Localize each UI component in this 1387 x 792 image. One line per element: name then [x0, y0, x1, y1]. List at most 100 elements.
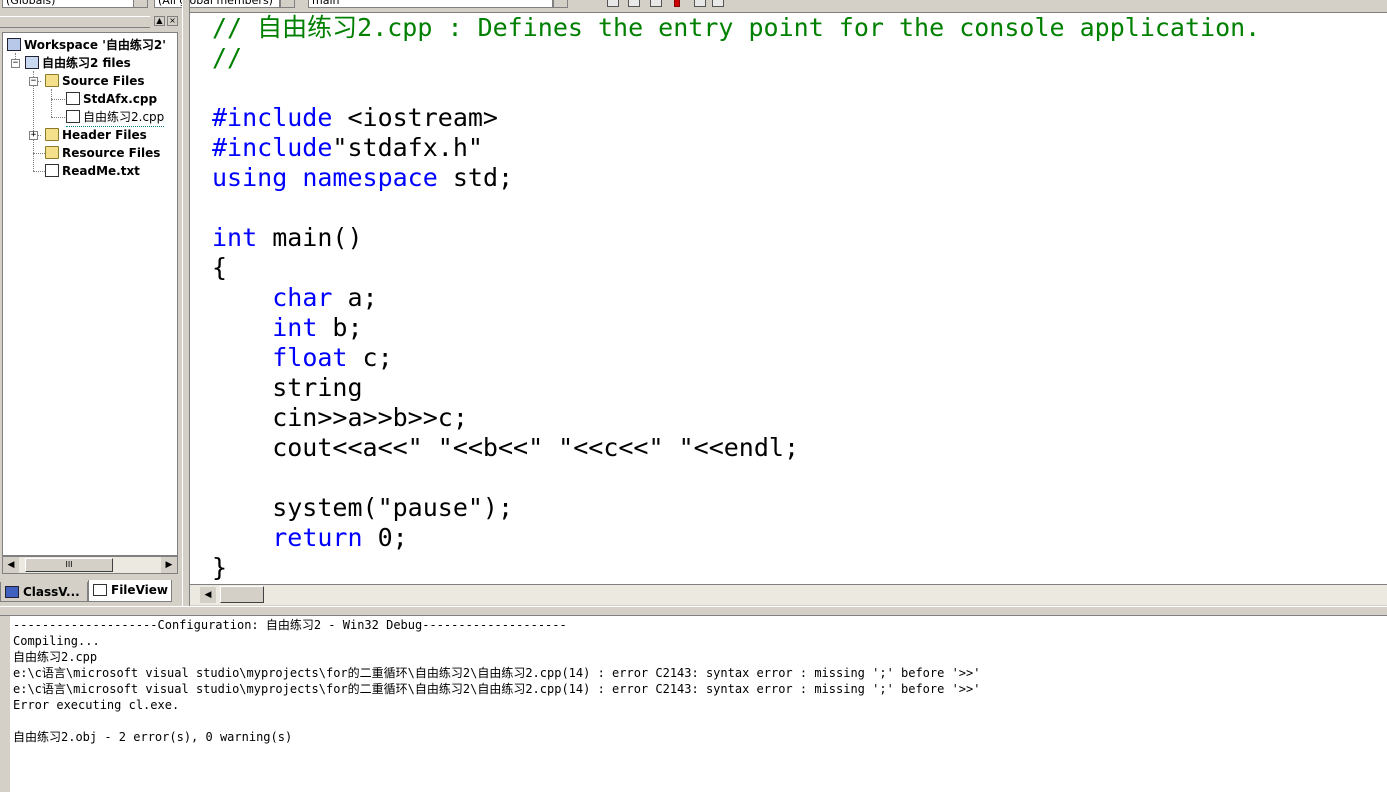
- code-line: int main(): [212, 223, 363, 252]
- tree-workspace-label: Workspace '自由练习2': [24, 38, 166, 52]
- code-line: #include <iostream>: [212, 103, 498, 132]
- folder-open-icon: [45, 74, 59, 87]
- code-line: system("pause");: [212, 493, 514, 522]
- tree-project-label: 自由练习2 files: [42, 56, 131, 70]
- fileview-icon: [93, 584, 107, 596]
- scope-combo[interactable]: (Globals): [2, 0, 135, 8]
- scope-combo-dropdown-button[interactable]: [133, 0, 148, 8]
- workspace-icon: [7, 38, 21, 51]
- members-combo-dropdown-button[interactable]: [280, 0, 295, 8]
- toolbar: (Globals) (All global members) main: [0, 0, 1387, 9]
- toolbar-step-icon[interactable]: [712, 0, 724, 7]
- output-line: 自由练习2.cpp: [13, 650, 98, 664]
- tree-readme-label: ReadMe.txt: [62, 164, 140, 178]
- file-tree: Workspace '自由练习2' − 自由练习2 files − Source…: [2, 32, 178, 556]
- code-keyword: float: [272, 343, 348, 372]
- scroll-left-icon[interactable]: ◀: [200, 587, 216, 603]
- horizontal-splitter[interactable]: [0, 606, 1387, 616]
- tree-source-files[interactable]: Source Files: [45, 72, 144, 90]
- members-combo[interactable]: (All global members): [154, 0, 280, 8]
- code-keyword: using: [212, 163, 288, 192]
- code-line: char a;: [272, 283, 378, 312]
- workspace-tabs: ClassV... FileView: [0, 580, 182, 604]
- code-keyword: #include: [212, 133, 333, 162]
- workspace-maximize-icon[interactable]: ▲: [154, 16, 165, 26]
- folder-icon: [45, 146, 59, 159]
- code-editor[interactable]: // 自由练习2.cpp : Defines the entry point f…: [190, 12, 1387, 585]
- tree-file-main-label: 自由练习2.cpp: [83, 110, 165, 124]
- code-keyword: namespace: [302, 163, 438, 192]
- tree-resource-files[interactable]: Resource Files: [45, 144, 160, 162]
- tree-workspace[interactable]: Workspace '自由练习2': [7, 36, 166, 54]
- toolbar-wizard-icon[interactable]: [650, 0, 662, 7]
- code-line: {: [212, 253, 228, 282]
- code-line: string: [212, 373, 363, 402]
- output-line: e:\c语言\microsoft visual studio\myproject…: [13, 666, 981, 680]
- workspace-grip[interactable]: [0, 16, 150, 28]
- scroll-right-icon[interactable]: ▶: [161, 557, 177, 573]
- toolbar-class-icon[interactable]: [607, 0, 619, 7]
- editor-horizontal-scrollbar[interactable]: ◀: [190, 584, 1387, 605]
- output-line: --------------------Configuration: 自由练习2…: [13, 618, 567, 632]
- code-keyword: char: [272, 283, 333, 312]
- scroll-left-icon[interactable]: ◀: [3, 557, 19, 573]
- code-line: //: [212, 43, 1260, 73]
- code-line: cout<<a<<" "<<b<<" "<<c<<" "<<endl;: [212, 433, 799, 462]
- code-keyword: return: [272, 523, 363, 552]
- expand-icon[interactable]: +: [29, 131, 38, 140]
- tree-file-stdafx-label: StdAfx.cpp: [83, 92, 158, 106]
- tree-source-files-label: Source Files: [62, 74, 145, 88]
- tab-classview-label: ClassV...: [23, 585, 80, 599]
- collapse-icon[interactable]: −: [29, 77, 38, 86]
- code-line: return 0;: [272, 523, 408, 552]
- code-keyword: #include: [212, 103, 333, 132]
- toolbar-breakpoint-icon[interactable]: [674, 0, 680, 7]
- code-line: using namespace std;: [212, 163, 514, 192]
- vertical-splitter[interactable]: [182, 0, 190, 606]
- tab-classview[interactable]: ClassV...: [0, 582, 88, 602]
- output-window[interactable]: --------------------Configuration: 自由练习2…: [10, 616, 1387, 792]
- collapse-icon[interactable]: −: [11, 59, 20, 68]
- text-file-icon: [45, 164, 59, 177]
- output-grip[interactable]: [0, 616, 10, 792]
- output-line: 自由练习2.obj - 2 error(s), 0 warning(s): [13, 730, 293, 744]
- tree-project[interactable]: 自由练习2 files: [25, 54, 131, 72]
- project-icon: [25, 56, 39, 69]
- toolbar-go-icon[interactable]: [694, 0, 706, 7]
- function-combo-dropdown-button[interactable]: [553, 0, 568, 8]
- output-line: Compiling...: [13, 634, 100, 648]
- code-line: }: [212, 553, 228, 582]
- folder-icon: [45, 128, 59, 141]
- tab-fileview-label: FileView: [111, 583, 168, 597]
- code-line: #include"stdafx.h": [212, 133, 483, 162]
- scroll-thumb[interactable]: [220, 586, 264, 603]
- code-line: cin>>a>>b>>c;: [212, 403, 468, 432]
- scroll-thumb[interactable]: III: [25, 558, 113, 572]
- output-line: Error executing cl.exe.: [13, 698, 180, 712]
- code-lines: // 自由练习2.cpp : Defines the entry point f…: [212, 13, 1260, 583]
- tree-file-stdafx[interactable]: StdAfx.cpp: [66, 90, 157, 108]
- tree-header-files-label: Header Files: [62, 128, 147, 142]
- tree-header-files[interactable]: Header Files: [45, 126, 147, 144]
- function-combo[interactable]: main: [308, 0, 553, 8]
- tree-file-main[interactable]: 自由练习2.cpp: [66, 108, 165, 127]
- tree-readme[interactable]: ReadMe.txt: [45, 162, 140, 180]
- workspace-horizontal-scrollbar[interactable]: ◀ III ▶: [2, 556, 178, 574]
- output-line: e:\c语言\microsoft visual studio\myproject…: [13, 682, 981, 696]
- toolbar-members-icon[interactable]: [628, 0, 640, 7]
- cpp-file-icon: [66, 110, 80, 123]
- code-line: // 自由练习2.cpp : Defines the entry point f…: [212, 13, 1260, 43]
- tree-resource-files-label: Resource Files: [62, 146, 161, 160]
- code-keyword: int: [272, 313, 318, 342]
- code-comment: //: [212, 43, 243, 72]
- code-line: int b;: [272, 313, 363, 342]
- code-comment: // 自由练习2.cpp : Defines the entry point f…: [212, 13, 1261, 42]
- cpp-file-icon: [66, 92, 80, 105]
- classview-icon: [5, 586, 19, 598]
- workspace-close-icon[interactable]: ×: [167, 16, 178, 26]
- code-line: float c;: [272, 343, 393, 372]
- tab-fileview[interactable]: FileView: [88, 580, 172, 602]
